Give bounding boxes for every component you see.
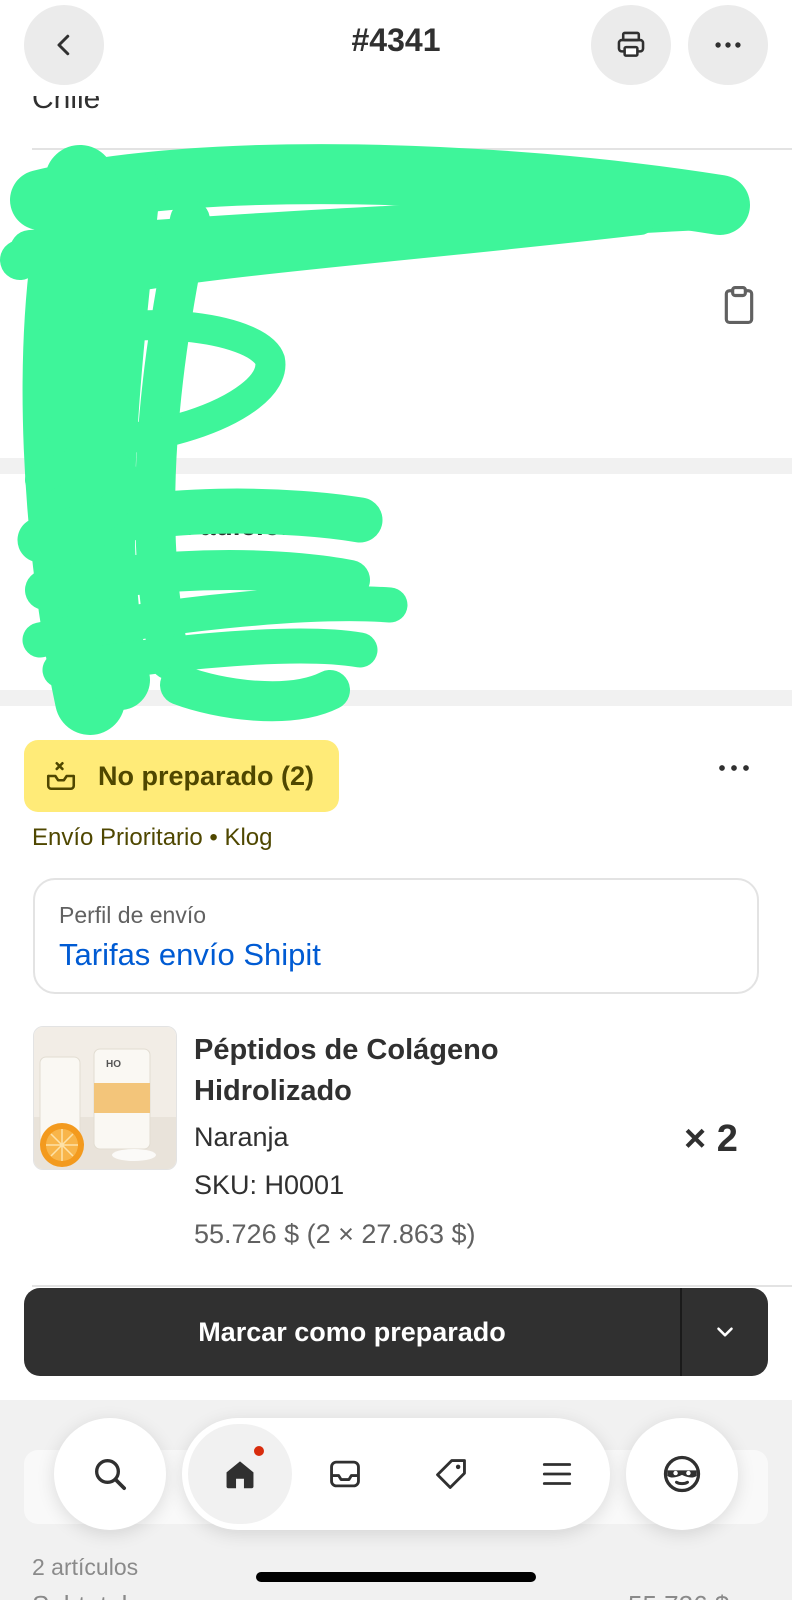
shipping-profile-box: Perfil de envío Tarifas envío Shipit xyxy=(33,878,759,994)
product-variant: Naranja xyxy=(194,1122,289,1152)
search-icon xyxy=(95,1459,126,1490)
subtotal-value: 55.726 $ xyxy=(628,1590,729,1600)
additional-info-title: Información adicional xyxy=(32,510,322,541)
inbox-icon xyxy=(330,1460,360,1488)
store-avatar-button[interactable] xyxy=(626,1418,738,1530)
bottom-tab-bar xyxy=(182,1418,610,1530)
product-sku: SKU: H0001 xyxy=(194,1170,345,1200)
redaction-scribble xyxy=(0,144,750,735)
copy-address-button[interactable] xyxy=(720,284,758,331)
fulfillment-more-button[interactable] xyxy=(716,758,752,783)
fulfillment-status-badge: No preparado (2) xyxy=(24,740,339,812)
product-thumbnail[interactable]: HO xyxy=(33,1026,177,1170)
notification-badge xyxy=(252,1444,266,1458)
shipping-profile-link[interactable]: Tarifas envío Shipit xyxy=(59,937,733,973)
fulfillment-status-label: No preparado (2) xyxy=(98,760,315,791)
shipping-profile-label: Perfil de envío xyxy=(59,902,207,928)
search-button[interactable] xyxy=(54,1418,166,1530)
divider xyxy=(32,148,792,150)
divider xyxy=(32,1285,792,1287)
billing-address-label: Dirección de facturación xyxy=(32,170,269,195)
product-price: 55.726 $ (2 × 27.863 $) xyxy=(194,1219,476,1249)
home-icon xyxy=(226,1461,254,1489)
svg-text:HO: HO xyxy=(106,1059,121,1070)
ellipsis-horizontal-icon xyxy=(719,765,749,771)
package-x-icon xyxy=(46,761,76,791)
printer-icon xyxy=(617,31,645,57)
country-text: Chile xyxy=(32,94,101,115)
tab-menu[interactable] xyxy=(504,1418,610,1530)
clipboard-icon xyxy=(724,286,754,325)
tag-icon xyxy=(436,1459,466,1489)
tab-orders[interactable] xyxy=(292,1418,398,1530)
product-name[interactable]: Péptidos de Colágeno Hidrolizado xyxy=(194,1030,614,1112)
shipping-method: Envío Prioritario • Klog xyxy=(32,824,273,851)
product-quantity: × 2 xyxy=(684,1118,738,1160)
more-actions-button[interactable] xyxy=(688,5,768,85)
print-button[interactable] xyxy=(591,5,671,85)
menu-icon xyxy=(542,1463,572,1485)
page-title: #4341 xyxy=(351,22,441,58)
subtotal-label: Subtotal xyxy=(32,1590,127,1600)
home-indicator xyxy=(256,1572,536,1582)
mark-as-fulfilled-button-group: Marcar como preparado xyxy=(24,1288,768,1376)
section-separator xyxy=(0,458,792,474)
top-bar: #4341 xyxy=(0,0,792,96)
avatar-icon xyxy=(663,1455,701,1493)
mark-as-fulfilled-button[interactable]: Marcar como preparado xyxy=(24,1288,680,1376)
ellipsis-horizontal-icon xyxy=(715,42,741,48)
tab-products[interactable] xyxy=(398,1418,504,1530)
chevron-down-icon xyxy=(717,1327,733,1337)
fulfill-options-dropdown[interactable] xyxy=(680,1288,768,1376)
items-count: 2 artículos xyxy=(32,1554,139,1580)
tab-home[interactable] xyxy=(188,1424,292,1524)
section-separator xyxy=(0,690,792,706)
